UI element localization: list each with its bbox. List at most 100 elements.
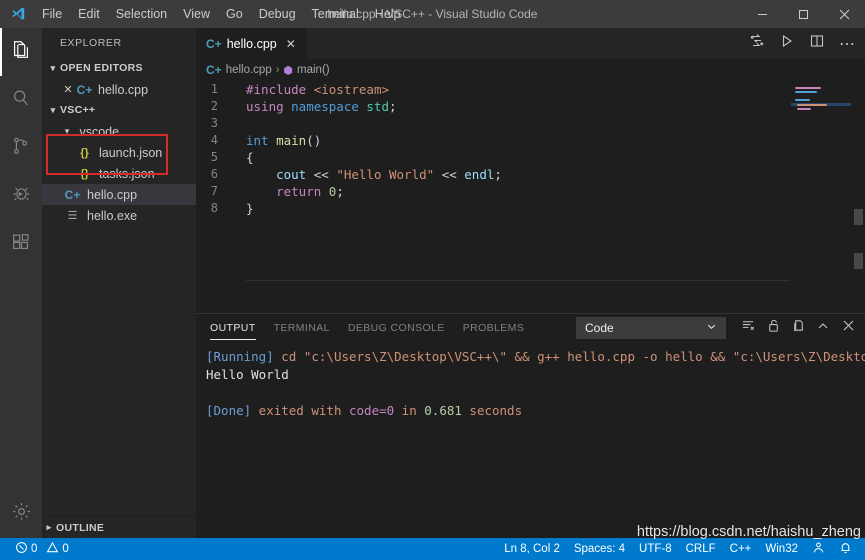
line-number: 1 (210, 82, 218, 96)
clear-output-button[interactable] (737, 317, 759, 339)
menu-bar[interactable]: File Edit Selection View Go Debug Termin… (34, 0, 409, 28)
play-icon (779, 33, 795, 54)
open-in-editor-button[interactable] (787, 317, 809, 339)
status-eol[interactable]: CRLF (679, 538, 723, 560)
output-content[interactable]: [Running] cd "c:\Users\Z\Desktop\VSC++\"… (196, 342, 865, 538)
activity-item-search[interactable] (0, 76, 42, 124)
line-number: 5 (210, 150, 218, 164)
menu-item-debug[interactable]: Debug (251, 0, 304, 28)
status-right: Ln 8, Col 2 Spaces: 4 UTF-8 CRLF C++ Win… (497, 538, 865, 560)
line-number: 8 (210, 201, 218, 215)
section-outline[interactable]: ▸ OUTLINE (42, 516, 196, 538)
menu-item-go[interactable]: Go (218, 0, 251, 28)
status-problems[interactable]: 0 0 (8, 538, 76, 560)
code-line: 5{ (196, 149, 502, 166)
code-token: <iostream> (313, 82, 389, 97)
tab-label: hello.cpp (226, 36, 277, 51)
tree-item-launch-json[interactable]: {} launch.json (42, 142, 196, 163)
more-actions-button[interactable]: ⋯ (833, 30, 861, 58)
menu-item-view[interactable]: View (175, 0, 218, 28)
minimap[interactable] (791, 81, 851, 313)
close-panel-button[interactable] (837, 317, 859, 339)
activity-item-manage[interactable] (0, 490, 42, 538)
tab-hello-cpp[interactable]: C+ hello.cpp ✕ (196, 28, 307, 59)
output-running-command: cd "c:\Users\Z\Desktop\VSC++\" && g++ he… (273, 349, 865, 364)
section-workspace-label: VSC++ (60, 104, 96, 116)
status-feedback[interactable] (805, 538, 832, 560)
code-line: 1 #include <iostream> (196, 81, 502, 98)
status-cursor-position[interactable]: Ln 8, Col 2 (497, 538, 567, 560)
panel-tab-output[interactable]: OUTPUT (210, 314, 256, 342)
output-done-text-3: seconds (461, 403, 523, 418)
code-line: 4 int main() (196, 132, 502, 149)
bottom-panel: OUTPUT TERMINAL DEBUG CONSOLE PROBLEMS C… (196, 313, 865, 538)
vscode-logo-icon (0, 0, 34, 28)
line-content: using namespace std; (234, 98, 397, 115)
section-workspace[interactable]: ▾ VSC++ (42, 100, 196, 121)
activity-item-explorer[interactable] (0, 28, 42, 76)
code-line: 8} (196, 200, 502, 217)
close-button[interactable] (824, 0, 865, 28)
line-number: 4 (210, 133, 218, 147)
maximize-button[interactable] (783, 0, 824, 28)
panel-tab-problems[interactable]: PROBLEMS (463, 314, 525, 342)
status-platform[interactable]: Win32 (758, 538, 805, 560)
lock-scroll-button[interactable] (762, 317, 784, 339)
menu-item-terminal[interactable]: Terminal (304, 0, 367, 28)
editor-tab-bar: C+ hello.cpp ✕ ⋯ (196, 28, 865, 59)
output-program-text: Hello World (206, 367, 289, 382)
status-indentation[interactable]: Spaces: 4 (567, 538, 632, 560)
open-editor-hello-cpp[interactable]: ✕ C+ hello.cpp (42, 79, 196, 100)
output-channel-select[interactable]: Code (576, 317, 726, 339)
tree-item-hello-cpp[interactable]: C+ hello.cpp (42, 184, 196, 205)
tree-item-label: tasks.json (99, 166, 155, 181)
tree-item-tasks-json[interactable]: {} tasks.json (42, 163, 196, 184)
cpp-file-icon: C+ (206, 36, 222, 51)
breadcrumb[interactable]: C+ hello.cpp › ⬢ main() (196, 59, 865, 81)
symbol-method-icon: ⬢ (283, 64, 294, 77)
code-token: () (306, 133, 322, 148)
maximize-panel-button[interactable] (812, 317, 834, 339)
breadcrumb-separator: › (275, 64, 280, 76)
minimize-button[interactable] (742, 0, 783, 28)
code-line: 2 using namespace std; (196, 98, 502, 115)
code-lines[interactable]: 1 #include <iostream> 2 using namespace std… (196, 81, 502, 217)
code-token: return (276, 184, 329, 199)
close-icon[interactable]: ✕ (60, 83, 76, 96)
editor-scrollbar[interactable] (851, 81, 865, 313)
chevron-up-icon (816, 319, 830, 338)
menu-item-selection[interactable]: Selection (108, 0, 175, 28)
code-token: endl (464, 167, 495, 182)
menu-item-edit[interactable]: Edit (70, 0, 108, 28)
tree-item-vscode-folder[interactable]: ▾ .vscode (42, 121, 196, 142)
line-content: #include <iostream> (234, 81, 389, 98)
split-editor-icon (809, 33, 825, 54)
status-notifications[interactable] (832, 538, 859, 560)
run-button[interactable] (773, 30, 801, 58)
activity-item-debug[interactable] (0, 172, 42, 220)
status-encoding[interactable]: UTF-8 (632, 538, 679, 560)
section-open-editors[interactable]: ▾ OPEN EDITORS (42, 58, 196, 79)
panel-tab-debug-console[interactable]: DEBUG CONSOLE (348, 314, 445, 342)
code-token: cout (276, 167, 314, 182)
json-file-icon: {} (80, 146, 89, 159)
breadcrumb-symbol[interactable]: main() (297, 64, 330, 76)
tab-close-icon[interactable]: ✕ (286, 37, 296, 51)
panel-actions: Code (576, 314, 859, 342)
panel-tab-terminal[interactable]: TERMINAL (274, 314, 330, 342)
menu-item-help[interactable]: Help (367, 0, 409, 28)
run-code-button[interactable] (743, 30, 771, 58)
menu-item-file[interactable]: File (34, 0, 70, 28)
code-editor[interactable]: 1 #include <iostream> 2 using namespace std… (196, 81, 865, 313)
section-outline-label: OUTLINE (56, 521, 105, 534)
split-editor-button[interactable] (803, 30, 831, 58)
activity-item-extensions[interactable] (0, 220, 42, 268)
breadcrumb-file[interactable]: hello.cpp (226, 64, 272, 76)
tree-item-hello-exe[interactable]: ☰ hello.exe (42, 205, 196, 226)
code-token: "Hello World" (336, 167, 435, 182)
output-done-text-1: exited with (251, 403, 349, 418)
line-content: } (234, 200, 254, 217)
activity-item-source-control[interactable] (0, 124, 42, 172)
status-language-mode[interactable]: C++ (723, 538, 759, 560)
